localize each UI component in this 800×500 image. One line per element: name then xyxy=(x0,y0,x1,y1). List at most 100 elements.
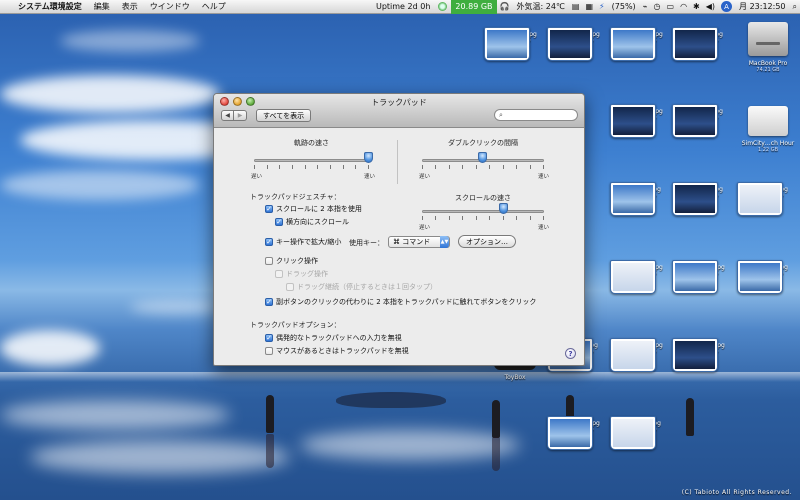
trackpad-preferences-window: トラックパッド ◀ ▶ すべてを表示 ⌕ 軌跡の速さ 遅い 速い ダブルクリック… xyxy=(213,93,585,366)
options-button[interactable]: オプション… xyxy=(458,235,516,248)
menu-window[interactable]: ウインドウ xyxy=(144,1,196,12)
tick-mark xyxy=(529,165,531,169)
tracking-speed-ticks xyxy=(254,165,369,169)
desktop-icon-file[interactable]: capture 16.jpg1,440 × 900 xyxy=(672,338,734,372)
spotlight-icon[interactable]: ⌕ xyxy=(790,2,800,12)
desktop-icon-file[interactable]: capture 7.jpg1,440 × 900 xyxy=(610,182,672,216)
scroll-speed-knob[interactable] xyxy=(498,203,508,214)
tick-mark xyxy=(489,216,491,220)
two-finger-scroll-checkbox[interactable]: ✓ スクロールに 2 本指を使用 xyxy=(265,204,362,214)
show-all-button[interactable]: すべてを表示 xyxy=(256,109,312,122)
help-button[interactable]: ? xyxy=(565,348,576,359)
horizontal-scroll-checkbox[interactable]: ✓ 横方向にスクロール xyxy=(275,217,349,227)
checkmark-icon: ✓ xyxy=(265,333,273,342)
search-field[interactable]: ⌕ xyxy=(494,109,578,121)
ignore-with-mouse-checkbox[interactable]: マウスがあるときはトラックパッドを無視 xyxy=(265,346,409,356)
menu-help[interactable]: ヘルプ xyxy=(196,1,232,12)
desktop-icon-file[interactable]: capture 17.jpg1,440 × 900 xyxy=(547,27,609,61)
desktop-icon-file[interactable]: capture 22.jpg1,440 × 900 xyxy=(610,338,672,372)
calendar-icon[interactable]: ▤ xyxy=(569,2,583,11)
scroll-speed-label: スクロールの速さ xyxy=(455,194,511,202)
menu-app-name[interactable]: システム環境設定 xyxy=(12,1,88,12)
desktop-icon-file[interactable]: capture 10.jpg1,440 × 900 xyxy=(547,416,609,450)
chevron-updown-icon: ▲▼ xyxy=(440,236,449,248)
desktop-icon-file[interactable]: capture 9.jpg1,440 × 900 xyxy=(737,260,799,294)
scroll-speed-slow-label: 遅い xyxy=(419,225,431,231)
bolt-icon[interactable]: ⚡ xyxy=(596,2,608,11)
display-icon[interactable]: ▭ xyxy=(664,2,678,11)
tick-mark xyxy=(435,165,437,169)
desktop-icon-disk-image[interactable]: SimCity…ch Hour 1.22 GB xyxy=(737,104,799,153)
tracking-speed-slider[interactable] xyxy=(254,159,369,162)
desktop-icon-file[interactable]: capture 1.jpg1,440 × 900 xyxy=(672,182,734,216)
status-disk[interactable]: 20.89 GB xyxy=(451,0,497,14)
back-button[interactable]: ◀ xyxy=(221,110,234,121)
status-temperature[interactable]: 外気温: 24℃ xyxy=(513,0,569,14)
desktop-icon-file[interactable]: capture 11.jpg1,440 × 900 xyxy=(610,27,672,61)
modifier-key-label: 使用キー： xyxy=(349,239,384,247)
window-toolbar: トラックパッド ◀ ▶ すべてを表示 ⌕ xyxy=(214,94,584,128)
input-source-icon[interactable]: A xyxy=(721,1,733,12)
tick-mark xyxy=(435,216,437,220)
tick-mark xyxy=(475,165,477,169)
desktop-icon-file[interactable]: capture 21.jpg1,440 × 900 xyxy=(610,260,672,294)
plug-icon[interactable]: ⌁ xyxy=(640,2,651,11)
forward-button[interactable]: ▶ xyxy=(234,110,247,121)
tick-mark xyxy=(266,165,268,169)
window-title: トラックパッド xyxy=(371,98,427,107)
tick-mark xyxy=(448,216,450,220)
desktop-icon-file[interactable]: capture 12.jpg1,440 × 900 xyxy=(610,104,672,138)
tick-mark xyxy=(422,216,423,220)
tick-mark xyxy=(462,165,464,169)
scroll-speed-fast-label: 速い xyxy=(538,225,550,231)
section-divider xyxy=(397,140,398,184)
tick-mark xyxy=(529,216,531,220)
tracking-speed-label: 軌跡の速さ xyxy=(294,139,329,147)
drag-lock-checkbox[interactable]: ドラッグ継続（停止するときは１回タップ） xyxy=(286,282,437,292)
activity-icon[interactable]: ▦ xyxy=(582,2,596,11)
tick-mark xyxy=(254,165,255,169)
secondary-click-checkbox[interactable]: ✓ 副ボタンのクリックの代わりに 2 本指をトラックパッドに触れてボタンをクリック xyxy=(265,297,536,307)
desktop-icon-file[interactable]: capture 15.jpg1,440 × 900 xyxy=(672,260,734,294)
zoom-checkbox[interactable]: ✓ キー操作で拡大/縮小 xyxy=(265,237,341,247)
tick-mark xyxy=(304,165,306,169)
ignore-accidental-checkbox[interactable]: ✓ 偶発的なトラックパッドへの入力を無視 xyxy=(265,333,402,343)
trackpad-options-heading: トラックパッドオプション： xyxy=(250,321,341,329)
drag-checkbox[interactable]: ドラッグ操作 xyxy=(275,269,328,279)
menu-view[interactable]: 表示 xyxy=(116,1,144,12)
modifier-key-popup[interactable]: ⌘ コマンド ▲▼ xyxy=(388,236,450,248)
tick-mark xyxy=(516,216,518,220)
time-machine-icon[interactable]: ◷ xyxy=(651,2,664,11)
desktop-icon-hard-drive[interactable]: MacBook Pro 74.21 GB xyxy=(737,22,799,73)
desktop-icon-file[interactable]: capture 4.jpg1,440 × 900 xyxy=(610,416,672,450)
gauge-icon[interactable] xyxy=(438,2,448,11)
desktop-icon-file[interactable]: capture 5.jpg1,440 × 900 xyxy=(672,27,734,61)
desktop-icon-file[interactable]: capture 2.jpg1,440 × 900 xyxy=(737,182,799,216)
tick-mark xyxy=(489,165,491,169)
scroll-speed-slider[interactable] xyxy=(422,210,544,213)
desktop-icon-file[interactable]: capture 6.jpg1,440 × 900 xyxy=(672,104,734,138)
clock[interactable]: 月 23:12:50 xyxy=(735,0,789,14)
headphones-icon[interactable]: 🎧 xyxy=(497,2,513,11)
wifi-icon[interactable]: ◠ xyxy=(677,2,690,11)
status-uptime[interactable]: Uptime 2d 0h xyxy=(372,0,434,14)
desktop-icon-file[interactable]: capture 23.jpg1,440 × 900 xyxy=(484,27,546,61)
checkmark-icon: ✓ xyxy=(275,217,283,226)
checkmark-icon: ✓ xyxy=(265,237,273,246)
status-battery[interactable]: (75%) xyxy=(608,0,640,14)
tap-click-checkbox[interactable]: クリック操作 xyxy=(265,256,318,266)
bluetooth-icon[interactable]: ✱ xyxy=(690,2,703,11)
wallpaper-copyright: (C) Tabioto All Rights Reserved. xyxy=(681,489,792,496)
disk-image-icon xyxy=(748,106,788,136)
double-click-ticks xyxy=(422,165,544,169)
double-click-slow-label: 遅い xyxy=(419,174,431,180)
tick-mark xyxy=(448,165,450,169)
tick-mark xyxy=(543,216,544,220)
tick-mark xyxy=(516,165,518,169)
volume-icon[interactable]: ◀) xyxy=(703,2,718,11)
checkmark-icon: ✓ xyxy=(265,297,273,306)
tracking-speed-knob[interactable] xyxy=(364,152,373,163)
tick-mark xyxy=(368,165,369,169)
double-click-knob[interactable] xyxy=(478,152,487,163)
menu-edit[interactable]: 編集 xyxy=(88,1,116,12)
